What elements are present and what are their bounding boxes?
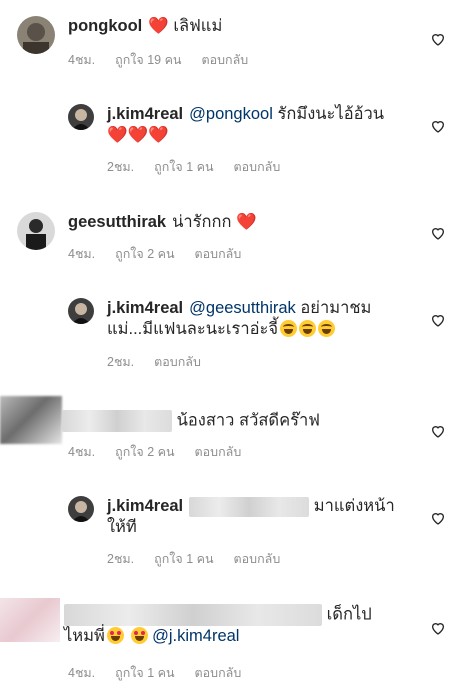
comment-meta: 4ชม. ถูกใจ 19 คน ตอบกลับ	[68, 50, 268, 70]
mention-link[interactable]: @pongkool	[189, 105, 273, 123]
heart-eyes-emoji	[106, 627, 124, 644]
likes-count[interactable]: ถูกใจ 1 คน	[154, 160, 213, 174]
reply-button[interactable]: ตอบกลับ	[234, 160, 281, 174]
timestamp: 2ชม.	[107, 552, 135, 566]
comment-body: แม่...มีแฟนละนะเราอ่ะจี้	[107, 320, 279, 338]
heart-outline-icon[interactable]	[430, 312, 446, 328]
comment-text: j.kim4real @pongkool รักมึงนะไอ้อ้วน ❤️❤️…	[107, 104, 407, 146]
likes-count[interactable]: ถูกใจ 2 คน	[115, 247, 174, 261]
avatar[interactable]	[68, 104, 94, 130]
username-link[interactable]: j.kim4real	[107, 105, 183, 123]
heart-outline-icon[interactable]	[430, 620, 446, 636]
comment-meta: 2ชม. ตอบกลับ	[107, 352, 221, 372]
username-link[interactable]: j.kim4real	[107, 497, 183, 515]
comment-meta: 4ชม. ถูกใจ 2 คน ตอบกลับ	[68, 244, 261, 264]
heart-emoji: ❤️	[236, 213, 257, 231]
timestamp: 4ชม.	[68, 666, 96, 680]
blurred-username	[62, 410, 172, 432]
comment-body: มาแต่งหน้า	[313, 497, 395, 515]
comment-text: j.kim4real มาแต่งหน้า ให้ที	[107, 496, 427, 538]
comment-text: geesutthirak น่ารักกก ❤️	[68, 212, 257, 233]
blurred-username	[64, 604, 322, 626]
comment-text: เด็กไป ไหมพี่ @j.kim4real	[64, 604, 404, 647]
heart-outline-icon[interactable]	[430, 118, 446, 134]
comment-body: ให้ที	[107, 518, 137, 536]
comment-body: รักมึงนะไอ้อ้วน	[277, 105, 385, 123]
comment-body: เด็กไป	[326, 605, 372, 624]
laughing-emoji	[299, 320, 317, 337]
avatar[interactable]	[17, 212, 55, 250]
username-link[interactable]: pongkool	[68, 17, 142, 35]
comment-body: น่ารักกก	[172, 213, 232, 231]
avatar[interactable]	[17, 16, 55, 54]
comment-text: น้องสาว สวัสดีคร๊าฟ	[62, 410, 320, 432]
heart-emoji: ❤️❤️❤️	[107, 126, 169, 144]
reply-button[interactable]: ตอบกลับ	[195, 666, 242, 680]
comment-meta: 2ชม. ถูกใจ 1 คน ตอบกลับ	[107, 549, 300, 569]
timestamp: 2ชม.	[107, 355, 135, 369]
comment-body: เลิฟแม่	[173, 17, 223, 35]
comment-body: ไหมพี่	[64, 627, 105, 645]
likes-count[interactable]: ถูกใจ 19 คน	[115, 53, 181, 67]
comment-meta: 4ชม. ถูกใจ 1 คน ตอบกลับ	[68, 663, 261, 683]
timestamp: 4ชม.	[68, 247, 96, 261]
comment-body: น้องสาว สวัสดีคร๊าฟ	[176, 411, 320, 430]
blurred-avatar	[0, 396, 62, 444]
comment-text: pongkool ❤️ เลิฟแม่	[68, 16, 222, 37]
comment-meta: 4ชม. ถูกใจ 2 คน ตอบกลับ	[68, 442, 261, 462]
comment-meta: 2ชม. ถูกใจ 1 คน ตอบกลับ	[107, 157, 300, 177]
avatar[interactable]	[68, 496, 94, 522]
username-link[interactable]: geesutthirak	[68, 213, 166, 231]
mention-link[interactable]: @j.kim4real	[152, 627, 239, 645]
likes-count[interactable]: ถูกใจ 2 คน	[115, 445, 174, 459]
timestamp: 4ชม.	[68, 53, 96, 67]
likes-count[interactable]: ถูกใจ 1 คน	[115, 666, 174, 680]
username-link[interactable]: j.kim4real	[107, 299, 183, 317]
reply-button[interactable]: ตอบกลับ	[154, 355, 201, 369]
heart-outline-icon[interactable]	[430, 423, 446, 439]
comment-body: อย่ามาชม	[300, 299, 372, 317]
heart-emoji: ❤️	[148, 17, 169, 35]
reply-button[interactable]: ตอบกลับ	[201, 53, 248, 67]
comment-text: j.kim4real @geesutthirak อย่ามาชม แม่...ม…	[107, 298, 417, 340]
heart-eyes-emoji	[130, 627, 148, 644]
heart-outline-icon[interactable]	[430, 31, 446, 47]
reply-button[interactable]: ตอบกลับ	[234, 552, 281, 566]
laughing-emoji	[318, 320, 336, 337]
reply-button[interactable]: ตอบกลับ	[195, 247, 242, 261]
blurred-avatar	[0, 598, 60, 642]
blurred-mention	[189, 496, 310, 517]
heart-outline-icon[interactable]	[430, 225, 446, 241]
timestamp: 2ชม.	[107, 160, 135, 174]
timestamp: 4ชม.	[68, 445, 96, 459]
reply-button[interactable]: ตอบกลับ	[195, 445, 242, 459]
laughing-emoji	[280, 320, 298, 337]
likes-count[interactable]: ถูกใจ 1 คน	[154, 552, 213, 566]
avatar[interactable]	[68, 298, 94, 324]
heart-outline-icon[interactable]	[430, 510, 446, 526]
mention-link[interactable]: @geesutthirak	[189, 299, 296, 317]
